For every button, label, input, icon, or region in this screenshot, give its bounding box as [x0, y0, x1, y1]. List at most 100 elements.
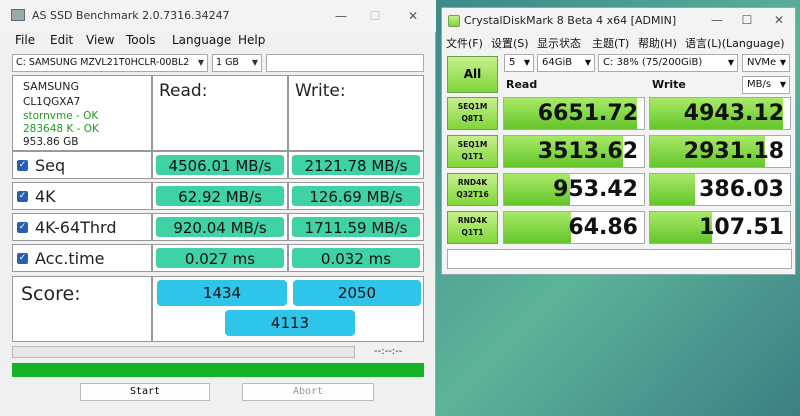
mode-select[interactable]: NVMe ▼ — [742, 54, 790, 72]
seq-read-cell: 4506.01 MB/s — [152, 151, 288, 179]
row-seq[interactable]: ✓ Seq — [12, 151, 152, 179]
chevron-down-icon: ▼ — [584, 58, 591, 67]
acc-write-cell: 0.032 ms — [288, 244, 424, 272]
row-4k-64thrd[interactable]: ✓ 4K-64Thrd — [12, 213, 152, 241]
write-value: 2931.18 — [683, 139, 784, 164]
abort-button[interactable]: Abort — [242, 383, 374, 401]
checkbox-seq[interactable]: ✓ — [17, 160, 28, 171]
drive-capacity: 953.86 GB — [23, 136, 79, 148]
write-value: 386.03 — [699, 177, 784, 202]
rnd4k-q1t1-read: 64.86 — [503, 211, 645, 244]
alignment-status: 283648 K - OK — [23, 123, 99, 135]
seq1m-q8t1-read: 6651.72 — [503, 97, 645, 130]
score-panel: 1434 2050 4113 — [152, 276, 424, 342]
rnd4k-q32t16-write: 386.03 — [649, 173, 791, 206]
size-select[interactable]: 1 GB ▼ — [212, 54, 262, 72]
seq-write-cell: 2121.78 MB/s — [288, 151, 424, 179]
as-ssd-window: AS SSD Benchmark 2.0.7316.34247 — ☐ ✕ Fi… — [0, 0, 436, 416]
close-icon[interactable]: ✕ — [764, 10, 794, 30]
menu-file[interactable]: File — [15, 33, 35, 47]
drive-select[interactable]: C: SAMSUNG MZVL21T0HCLR-00BL2 ▼ — [12, 54, 208, 72]
menu-settings[interactable]: 设置(S) — [491, 35, 529, 51]
write-column-header: Write — [652, 78, 686, 91]
minimize-icon[interactable]: — — [326, 6, 356, 26]
test-name: RND4K — [457, 216, 488, 225]
maximize-icon[interactable]: ☐ — [360, 6, 390, 26]
all-button[interactable]: All — [447, 56, 498, 93]
checkbox-acc-time[interactable]: ✓ — [17, 253, 28, 264]
drive-vendor: SAMSUNG — [23, 80, 79, 93]
acc-write-value: 0.032 ms — [292, 248, 420, 268]
row-label: Acc.time — [35, 249, 105, 268]
drive-value: C: 38% (75/200GiB) — [603, 57, 703, 68]
4k64-read-value: 920.04 MB/s — [156, 217, 284, 237]
menu-language[interactable]: Language — [172, 33, 231, 47]
menu-edit[interactable]: Edit — [50, 33, 73, 47]
acc-read-cell: 0.027 ms — [152, 244, 288, 272]
read-column-header: Read: — [152, 75, 288, 151]
chevron-down-icon: ▼ — [197, 58, 204, 67]
count-select[interactable]: 5 ▼ — [504, 54, 534, 72]
test-queue: Q1T1 — [461, 152, 484, 161]
chevron-down-icon: ▼ — [779, 58, 786, 67]
menu-file[interactable]: 文件(F) — [446, 35, 483, 51]
chevron-down-icon: ▼ — [727, 58, 734, 67]
drive-select[interactable]: C: 38% (75/200GiB) ▼ — [598, 54, 738, 72]
test-progress-bar — [12, 346, 355, 358]
row-label: 4K — [35, 187, 56, 206]
4k-write-value: 126.69 MB/s — [292, 186, 420, 206]
minimize-icon[interactable]: — — [702, 10, 732, 30]
rnd4k-q32t16-read: 953.42 — [503, 173, 645, 206]
score-label: Score: — [12, 276, 152, 342]
acc-read-value: 0.027 ms — [156, 248, 284, 268]
score-write: 2050 — [293, 280, 421, 306]
size-select-value: 1 GB — [216, 57, 239, 68]
menu-help[interactable]: 帮助(H) — [638, 35, 677, 51]
as-ssd-titlebar[interactable]: AS SSD Benchmark 2.0.7316.34247 — ☐ ✕ — [0, 0, 436, 32]
chevron-down-icon: ▼ — [251, 58, 258, 67]
test-queue: Q8T1 — [461, 114, 484, 123]
test-queue: Q32T16 — [456, 190, 489, 199]
seq-read-value: 4506.01 MB/s — [156, 155, 284, 175]
app-icon — [11, 9, 25, 21]
maximize-icon[interactable]: ☐ — [732, 10, 762, 30]
close-icon[interactable]: ✕ — [398, 6, 428, 26]
menu-language[interactable]: 语言(L)(Language) — [685, 35, 785, 51]
window-title: CrystalDiskMark 8 Beta 4 x64 [ADMIN] — [464, 14, 677, 27]
drive-info-panel: SAMSUNG CL1QGXA7 stornvme - OK 283648 K … — [12, 75, 152, 151]
row-acc-time[interactable]: ✓ Acc.time — [12, 244, 152, 272]
test-name: SEQ1M — [457, 140, 488, 149]
menu-tools[interactable]: Tools — [126, 33, 156, 47]
write-value: 4943.12 — [683, 101, 784, 126]
read-bar — [504, 212, 572, 243]
unit-select[interactable]: MB/s ▼ — [742, 76, 790, 94]
seq1m-q8t1-write: 4943.12 — [649, 97, 791, 130]
test-seq1m-q8t1-button[interactable]: SEQ1M Q8T1 — [447, 97, 498, 130]
size-select[interactable]: 64GiB ▼ — [537, 54, 595, 72]
checkbox-4k-64thrd[interactable]: ✓ — [17, 222, 28, 233]
score-read: 1434 — [157, 280, 287, 306]
path-field[interactable] — [266, 54, 424, 72]
menu-theme[interactable]: 主题(T) — [592, 35, 629, 51]
menu-view[interactable]: View — [86, 33, 114, 47]
test-rnd4k-q1t1-button[interactable]: RND4K Q1T1 — [447, 211, 498, 244]
drive-select-value: C: SAMSUNG MZVL21T0HCLR-00BL2 — [16, 57, 190, 68]
start-button[interactable]: Start — [80, 383, 210, 401]
menu-status[interactable]: 显示状态 — [537, 35, 581, 51]
rnd4k-q1t1-write: 107.51 — [649, 211, 791, 244]
total-progress-bar — [12, 363, 424, 377]
4k-write-cell: 126.69 MB/s — [288, 182, 424, 210]
size-value: 64GiB — [542, 57, 573, 68]
read-column-header: Read — [506, 78, 538, 91]
menu-help[interactable]: Help — [238, 33, 265, 47]
seq1m-q1t1-read: 3513.62 — [503, 135, 645, 168]
row-4k[interactable]: ✓ 4K — [12, 182, 152, 210]
checkbox-4k[interactable]: ✓ — [17, 191, 28, 202]
test-rnd4k-q32t16-button[interactable]: RND4K Q32T16 — [447, 173, 498, 206]
row-label: Seq — [35, 156, 66, 175]
test-seq1m-q1t1-button[interactable]: SEQ1M Q1T1 — [447, 135, 498, 168]
write-value: 107.51 — [699, 215, 784, 240]
test-queue: Q1T1 — [461, 228, 484, 237]
row-label: 4K-64Thrd — [35, 218, 117, 237]
read-value: 953.42 — [553, 177, 638, 202]
